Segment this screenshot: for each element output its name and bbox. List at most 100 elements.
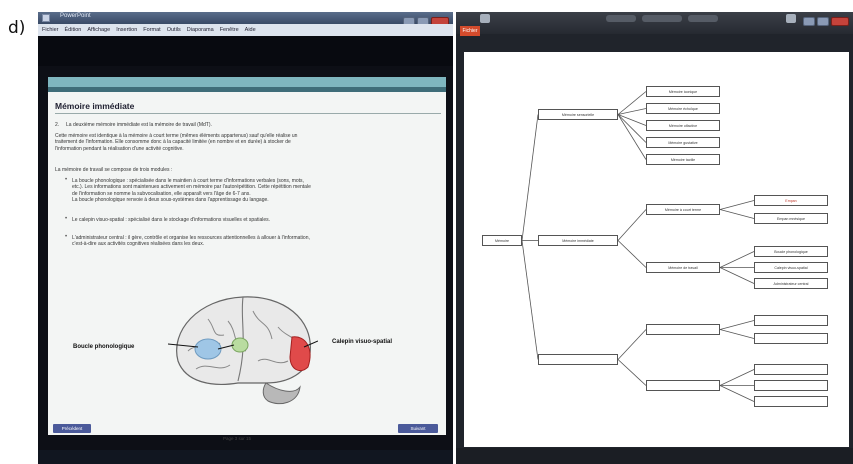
mindmap-link (719, 267, 755, 284)
mindmap-node[interactable]: Mémoire à court terme (646, 204, 720, 215)
bullet-marker: • (65, 216, 68, 222)
mindmap-link (617, 240, 647, 268)
slide-banner (48, 77, 446, 87)
previous-button[interactable]: Précédent (53, 424, 91, 433)
mindmap-node[interactable] (538, 354, 618, 365)
mindmap-link (617, 209, 647, 241)
menu-item[interactable]: Insertion (116, 27, 137, 33)
mindmap-link (617, 329, 647, 360)
close-icon[interactable] (831, 17, 849, 26)
mindmap-node[interactable]: Mémoire tactile (646, 154, 720, 165)
mindmap-link (617, 114, 647, 126)
mindmap-node[interactable]: Mémoire iconique (646, 86, 720, 97)
ribbon-control[interactable] (606, 15, 636, 22)
mindmap-link (617, 359, 647, 386)
menu-item[interactable]: Édition (65, 27, 82, 33)
mindmap-link (719, 209, 755, 219)
mindmap-link (617, 91, 647, 115)
mindmap-link (719, 320, 755, 330)
visuospatial-sketchpad-label: Calepin visuo-spatial (332, 339, 393, 345)
bullet-line: Le calepin visuo-spatial : spécialisé da… (72, 217, 271, 223)
mindmap-link (719, 369, 755, 386)
mindmap-node[interactable]: Mémoire échoïque (646, 103, 720, 114)
bullet-marker: • (65, 234, 68, 240)
paragraph-1: Cette mémoire est identique à la mémoire… (55, 133, 297, 152)
window-controls (801, 13, 849, 31)
bullet-line: c'est-à-dire aux activités cognitives ré… (72, 241, 205, 248)
menu-item[interactable]: Fenêtre (220, 27, 239, 33)
bullet-3: L'administrateur central : il gère, cont… (72, 235, 310, 248)
mindmap-window: Fichier Mémoire Mémoire sensorielle Mémoir… (456, 12, 853, 464)
mindmap-node[interactable]: Mémoire immédiate (538, 235, 618, 246)
mindmap-node[interactable] (754, 315, 828, 326)
next-button[interactable]: Suivant (398, 424, 438, 433)
document-icon[interactable] (786, 14, 796, 23)
app-logo-icon (480, 14, 490, 23)
panel-label: d) (8, 18, 26, 38)
mindmap-node[interactable]: Empan mnésique (754, 213, 828, 224)
window-title: PowerPoint (60, 13, 91, 19)
mindmap-node[interactable]: Boucle phonologique (754, 246, 828, 257)
window-title-bar: PowerPoint (38, 12, 453, 26)
mindmap-node[interactable] (754, 333, 828, 344)
bullet-line: La boucle phonologique renvoie à deux so… (72, 197, 269, 204)
maximize-icon[interactable] (817, 17, 829, 26)
toolbar-area (38, 36, 453, 66)
mindmap-link (617, 114, 647, 143)
mindmap-node[interactable]: Mémoire de travail (646, 262, 720, 273)
mindmap-node[interactable] (754, 380, 828, 391)
intro-text: La deuxième mémoire immédiate est la mém… (66, 122, 212, 128)
mindmap-link (719, 329, 755, 339)
mindmap-link (719, 251, 755, 268)
slide-title: Mémoire immédiate (55, 101, 135, 111)
mindmap-canvas[interactable]: Mémoire Mémoire sensorielle Mémoire iconiq… (464, 52, 849, 447)
title-divider (55, 113, 441, 114)
phonological-loop-label: Boucle phonologique (73, 344, 135, 350)
mindmap-link (617, 114, 647, 160)
paragraph-1-line: traitement de l'information. Elle consom… (55, 139, 291, 146)
minimize-icon[interactable] (803, 17, 815, 26)
presentation-window: PowerPoint Fichier Édition Affichage Insert… (38, 12, 453, 464)
bullet-1: La boucle phonologique : spécialisée dan… (72, 178, 311, 204)
mindmap-node[interactable]: Mémoire sensorielle (538, 109, 618, 120)
bullet-line: etc.). Les informations sont maintenues … (72, 184, 311, 191)
menu-item[interactable]: Aide (245, 27, 256, 33)
mindmap-link (521, 240, 539, 360)
page-number: Page 3 sur 15 (223, 436, 252, 441)
taskbar-strip (38, 450, 453, 464)
slide: Mémoire immédiate 2. La deuxième mémoire… (48, 77, 446, 441)
central-executive-area (231, 337, 249, 353)
mindmap-node[interactable] (646, 380, 720, 391)
app-icon (42, 14, 50, 22)
mindmap-node[interactable] (754, 364, 828, 375)
phonological-area (194, 338, 222, 360)
ribbon-control[interactable] (688, 15, 718, 22)
menu-item[interactable]: Format (143, 27, 160, 33)
ribbon-control[interactable] (642, 15, 682, 22)
mindmap-link (719, 385, 755, 402)
mindmap-node[interactable]: Mémoire (482, 235, 522, 246)
intro-number: 2. (55, 122, 60, 128)
mindmap-node[interactable]: Administrateur central (754, 278, 828, 289)
ribbon-bar (456, 12, 853, 34)
brain-illustration (168, 296, 318, 405)
mindmap-node[interactable]: Mémoire gustative (646, 137, 720, 148)
slide-banner-dark (48, 87, 446, 92)
mindmap-node[interactable]: Calepin visuo-spatial (754, 262, 828, 273)
mindmap-node[interactable] (754, 396, 828, 407)
menu-bar: Fichier Édition Affichage Insertion Format Ou… (38, 24, 453, 36)
mindmap-node[interactable]: Empan (754, 195, 828, 206)
menu-item[interactable]: Outils (167, 27, 181, 33)
file-tab[interactable]: Fichier (460, 26, 480, 36)
bullet-marker: • (65, 177, 68, 183)
menu-item[interactable]: Affichage (87, 27, 110, 33)
mindmap-link (521, 114, 539, 241)
mindmap-node[interactable]: Mémoire olfactive (646, 120, 720, 131)
menu-item[interactable]: Diaporama (187, 27, 214, 33)
mindmap-node[interactable] (646, 324, 720, 335)
paragraph-2: La mémoire de travail se compose de troi… (55, 167, 173, 173)
status-bar (456, 448, 853, 464)
paragraph-1-line: l'information pendant la réalisation d'u… (55, 145, 184, 152)
menu-item[interactable]: Fichier (42, 27, 59, 33)
mindmap-link (719, 200, 755, 210)
